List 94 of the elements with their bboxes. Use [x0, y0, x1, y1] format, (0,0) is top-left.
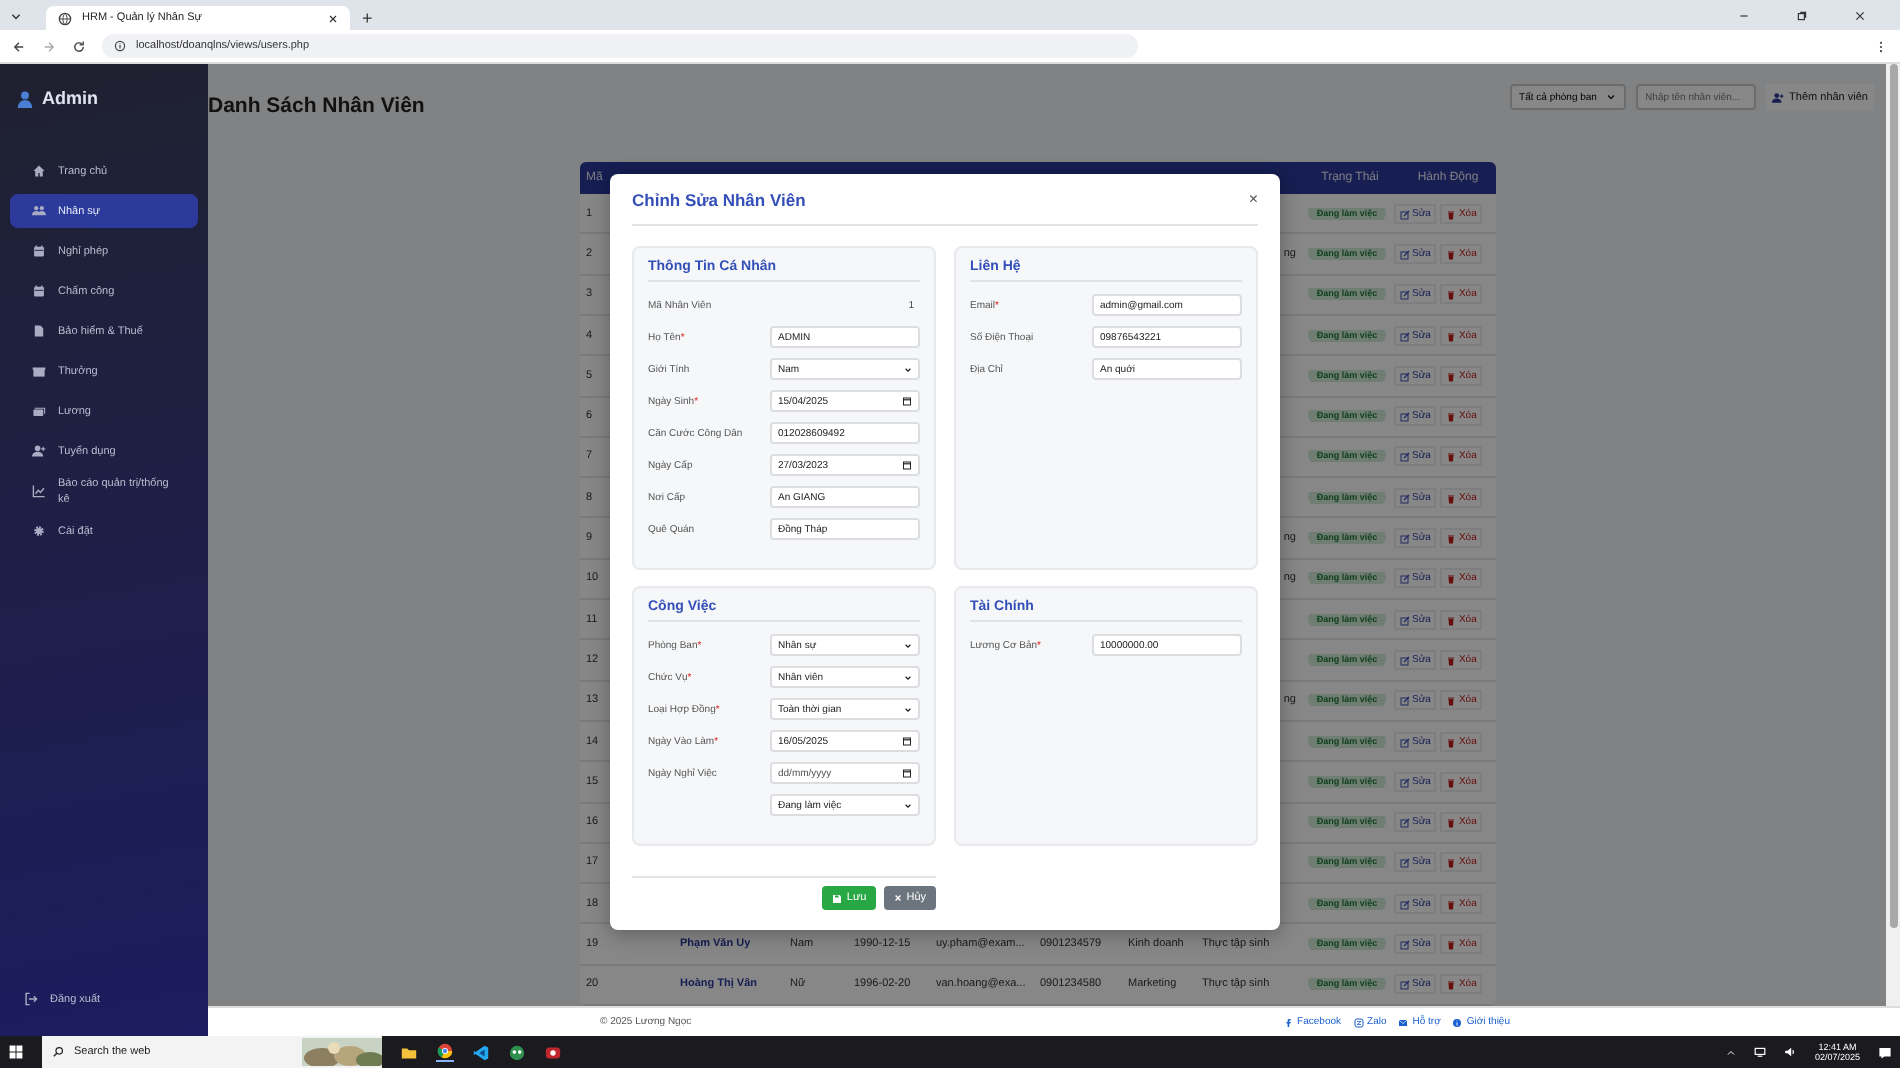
- trash-icon: [1446, 980, 1457, 991]
- facebook-icon: [1283, 1017, 1294, 1027]
- edit-icon: [1400, 655, 1410, 666]
- edit-icon: [1400, 737, 1410, 748]
- floppy-disk-icon: [832, 893, 843, 903]
- back-icon[interactable]: [12, 39, 26, 53]
- calendar-icon: [902, 768, 912, 778]
- chevron-icon: [904, 673, 912, 681]
- edit-icon: [1400, 534, 1410, 545]
- chat-icon: [1353, 1017, 1364, 1027]
- trash-icon: [1446, 655, 1457, 666]
- scrollbar[interactable]: [1886, 64, 1900, 1006]
- edit-icon: [1400, 452, 1410, 463]
- chevron-up-icon[interactable]: [1726, 1047, 1737, 1057]
- close-icon[interactable]: [328, 13, 338, 23]
- trash-icon: [1446, 371, 1457, 382]
- edit-icon: [1400, 615, 1410, 626]
- restore-icon[interactable]: [1796, 9, 1808, 21]
- notification-icon[interactable]: [1878, 1045, 1892, 1059]
- edit-icon: [1400, 818, 1410, 829]
- edit-icon: [1400, 940, 1410, 951]
- user-plus-icon: [32, 444, 46, 458]
- edit-icon: [1400, 696, 1410, 707]
- chevron-icon: [904, 705, 912, 713]
- user-icon: [16, 89, 34, 107]
- page-title: Danh Sách Nhân Viên: [208, 93, 425, 118]
- close-icon[interactable]: [1854, 9, 1866, 21]
- trash-icon: [1446, 412, 1457, 423]
- trash-icon: [1446, 209, 1457, 220]
- user-plus-icon: [1771, 91, 1784, 104]
- users-icon: [32, 204, 46, 218]
- edit-icon: [1400, 858, 1410, 869]
- trash-icon: [1446, 615, 1457, 626]
- calendar-icon: [902, 736, 912, 746]
- trash-icon: [1446, 696, 1457, 707]
- trash-icon: [1446, 777, 1457, 788]
- app-icon[interactable]: [544, 1043, 562, 1061]
- folder-icon[interactable]: [400, 1043, 418, 1061]
- chevron-icon: [1605, 92, 1616, 103]
- trash-icon: [1446, 290, 1457, 301]
- trash-icon: [1446, 250, 1457, 260]
- close-icon: [894, 894, 903, 902]
- trash-icon: [1446, 737, 1457, 748]
- chart-icon: [32, 484, 46, 498]
- chevron-icon: [904, 365, 912, 373]
- trash-icon: [1446, 818, 1457, 829]
- windows-logo-icon[interactable]: [8, 1044, 24, 1060]
- dialog-title: Chỉnh Sửa Nhân Viên: [632, 189, 806, 209]
- calendar-icon: [32, 244, 46, 258]
- brand-name: Admin: [42, 88, 98, 108]
- calendar-icon: [32, 284, 46, 298]
- chevron-icon: [904, 801, 912, 809]
- trash-icon: [1446, 940, 1457, 951]
- trash-icon: [1446, 452, 1457, 463]
- calendar-icon: [902, 460, 912, 470]
- money-icon: [32, 404, 46, 418]
- tab-list-icon[interactable]: [10, 9, 22, 21]
- browser-icon[interactable]: [436, 1042, 454, 1062]
- new-tab-button[interactable]: +: [362, 6, 373, 30]
- close-button[interactable]: ×: [1248, 190, 1258, 208]
- edit-icon: [1400, 290, 1410, 301]
- edit-icon: [1400, 899, 1410, 910]
- edit-icon: [1400, 980, 1410, 991]
- trash-icon: [1446, 899, 1457, 910]
- trash-icon: [1446, 331, 1457, 342]
- logout-icon: [24, 992, 38, 1006]
- network-icon[interactable]: [1754, 1046, 1767, 1058]
- edit-icon: [1400, 331, 1410, 342]
- more-icon[interactable]: [1874, 39, 1888, 53]
- app-icon[interactable]: [508, 1043, 526, 1061]
- reload-icon[interactable]: [72, 39, 86, 53]
- trash-icon: [1446, 858, 1457, 869]
- edit-icon: [1400, 574, 1410, 585]
- minimize-icon[interactable]: [1738, 9, 1750, 21]
- edit-icon: [1400, 493, 1410, 504]
- trash-icon: [1446, 534, 1457, 545]
- edit-icon: [1400, 371, 1410, 382]
- info-icon: [1452, 1017, 1463, 1027]
- globe-icon: [58, 11, 72, 25]
- edit-icon: [1400, 777, 1410, 788]
- edit-icon: [1400, 412, 1410, 423]
- search-icon: [52, 1046, 64, 1058]
- chevron-icon: [904, 641, 912, 649]
- edit-icon: [1400, 209, 1410, 220]
- home-icon: [32, 164, 46, 178]
- calendar-icon: [902, 396, 912, 406]
- edit-icon: [1400, 250, 1410, 260]
- trash-icon: [1446, 574, 1457, 585]
- trash-icon: [1446, 493, 1457, 504]
- site-info-icon[interactable]: [114, 40, 126, 52]
- code-editor-icon[interactable]: [472, 1043, 490, 1061]
- mail-icon: [1398, 1017, 1409, 1027]
- volume-icon[interactable]: [1784, 1046, 1797, 1058]
- document-icon: [32, 324, 46, 338]
